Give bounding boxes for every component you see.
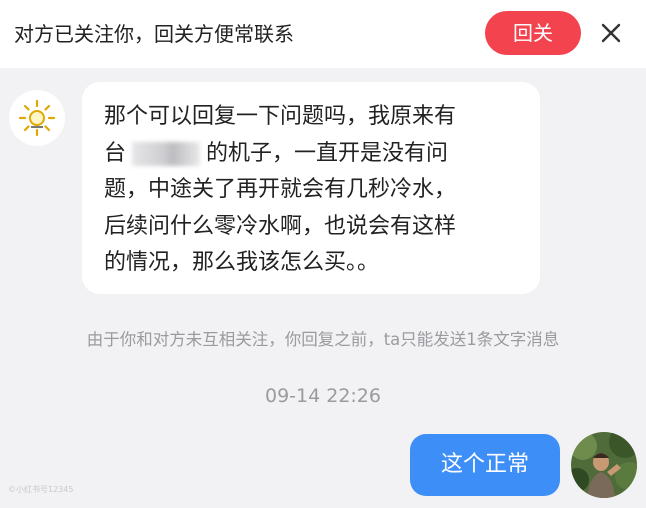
follow-back-button[interactable]: 回关 [485, 11, 581, 55]
sun-icon [18, 99, 56, 137]
message-line-rest: 的机子，一直开是没有问 [206, 140, 449, 166]
follow-notice-text: 对方已关注你，回关方便常联系 [14, 22, 294, 46]
user-avatar[interactable] [571, 432, 637, 498]
outgoing-message-bubble[interactable]: 这个正常 [410, 434, 560, 496]
message-line: 那个可以回复一下问题吗，我原来有 [104, 104, 457, 129]
close-icon[interactable] [599, 21, 623, 45]
watermark: ©小红书号12345 [8, 485, 74, 494]
message-line-prefix: 台 [104, 140, 127, 166]
message-line: 题，中途关了再开就会有几秒冷水， [104, 177, 457, 202]
message-timestamp: 09-14 22:26 [264, 385, 381, 407]
system-notice: 由于你和对方未互相关注，你回复之前，ta只能发送1条文字消息 [86, 330, 560, 349]
message-line: 台 的机子，一直开是没有问 [104, 136, 524, 173]
message-line: 的情况，那么我该怎么买。。 [104, 250, 380, 275]
notification-bar: 对方已关注你，回关方便常联系 回关 [0, 0, 646, 68]
message-line: 后续问什么零冷水啊，也说会有这样 [104, 213, 457, 239]
redacted-brand [132, 141, 201, 166]
incoming-message-bubble[interactable]: 那个可以回复一下问题吗，我原来有 台 的机子，一直开是没有问 题，中途关了再开就会… [82, 82, 540, 294]
sender-avatar[interactable] [9, 90, 65, 146]
